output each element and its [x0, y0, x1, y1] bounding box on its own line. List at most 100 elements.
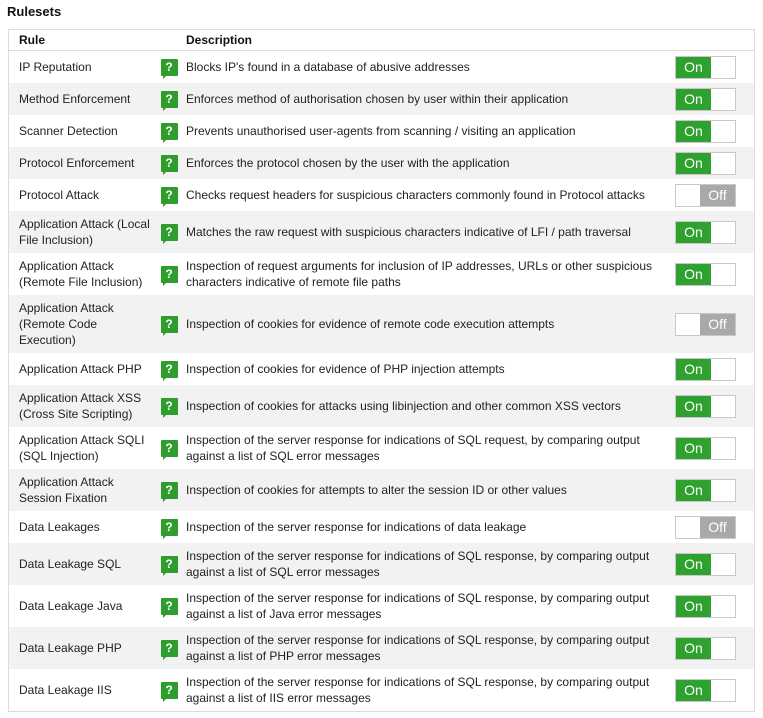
page-title: Rulesets [7, 4, 62, 19]
toggle-cell: OnOff [674, 119, 754, 143]
help-icon[interactable]: ? [160, 518, 178, 539]
toggle-on-label: On [676, 395, 711, 417]
rule-toggle[interactable]: OnOff [675, 87, 736, 111]
rule-name: IP Reputation [19, 60, 92, 74]
help-cell: ? [152, 315, 186, 336]
help-icon[interactable]: ? [160, 265, 178, 286]
toggle-on-label: On [676, 88, 711, 110]
toggle-on-label: On [676, 263, 711, 285]
rule-description: Prevents unauthorised user-agents from s… [186, 124, 576, 138]
help-icon[interactable]: ? [160, 186, 178, 207]
table-row: Method Enforcement? Enforces method of au… [9, 83, 754, 115]
table-row: Application Attack (Remote Code Executio… [9, 295, 754, 353]
rule-description: Inspection of the server response for in… [186, 591, 650, 621]
rule-toggle[interactable]: OnOff [675, 183, 736, 207]
rule-toggle[interactable]: OnOff [675, 357, 736, 381]
toggle-on-label: On [676, 221, 711, 243]
rule-description: Inspection of cookies for evidence of PH… [186, 362, 505, 376]
rule-name: Scanner Detection [19, 124, 118, 138]
help-cell: ? [152, 518, 186, 539]
rule-description: Inspection of the server response for in… [186, 520, 527, 534]
toggle-on-label: On [676, 679, 711, 701]
help-icon[interactable]: ? [160, 90, 178, 111]
rule-name: Data Leakages [19, 520, 100, 534]
toggle-cell: OnOff [674, 478, 754, 502]
rule-name: Method Enforcement [19, 92, 131, 106]
toggle-cell: OnOff [674, 515, 754, 539]
help-icon[interactable]: ? [160, 154, 178, 175]
rule-toggle[interactable]: OnOff [675, 394, 736, 418]
rule-toggle[interactable]: OnOff [675, 636, 736, 660]
help-icon[interactable]: ? [160, 360, 178, 381]
toggle-cell: OnOff [674, 594, 754, 618]
toggle-on-label: On [676, 152, 711, 174]
toggle-cell: OnOff [674, 220, 754, 244]
rule-toggle[interactable]: OnOff [675, 552, 736, 576]
rule-toggle[interactable]: OnOff [675, 436, 736, 460]
toggle-cell: OnOff [674, 183, 754, 207]
help-cell: ? [152, 122, 186, 143]
table-row: Protocol Enforcement? Enforces the protoc… [9, 147, 754, 179]
rule-description: Enforces method of authorisation chosen … [186, 92, 569, 106]
rule-description: Inspection of the server response for in… [186, 633, 650, 663]
rule-name: Protocol Attack [19, 188, 100, 202]
rule-name: Application Attack Session Fixation [19, 475, 114, 505]
table-row: Application Attack (Remote File Inclusio… [9, 253, 754, 295]
toggle-cell: OnOff [674, 394, 754, 418]
toggle-on-label: On [676, 56, 711, 78]
toggle-off-label: Off [700, 516, 735, 538]
help-icon[interactable]: ? [160, 681, 178, 702]
rule-toggle[interactable]: OnOff [675, 262, 736, 286]
table-body: IP Reputation? Blocks IP's found in a dat… [9, 51, 754, 711]
toggle-cell: OnOff [674, 357, 754, 381]
header-description: Description [186, 33, 253, 47]
header-rule: Rule [19, 33, 46, 47]
toggle-cell: OnOff [674, 262, 754, 286]
toggle-on-label: On [676, 553, 711, 575]
table-row: IP Reputation? Blocks IP's found in a dat… [9, 51, 754, 83]
rule-name: Application Attack (Remote Code Executio… [19, 301, 114, 347]
toggle-cell: OnOff [674, 636, 754, 660]
rule-toggle[interactable]: OnOff [675, 594, 736, 618]
help-icon[interactable]: ? [160, 315, 178, 336]
rule-toggle[interactable]: OnOff [675, 515, 736, 539]
rule-description: Matches the raw request with suspicious … [186, 225, 631, 239]
help-icon[interactable]: ? [160, 223, 178, 244]
rule-toggle[interactable]: OnOff [675, 119, 736, 143]
toggle-off-label: Off [700, 184, 735, 206]
rule-toggle[interactable]: OnOff [675, 312, 736, 336]
table-row: Application Attack Session Fixation? Insp… [9, 469, 754, 511]
toggle-cell: OnOff [674, 87, 754, 111]
rule-description: Inspection of cookies for evidence of re… [186, 317, 555, 331]
rule-name: Data Leakage IIS [19, 683, 112, 697]
rule-toggle[interactable]: OnOff [675, 220, 736, 244]
help-cell: ? [152, 597, 186, 618]
rule-name: Application Attack (Remote File Inclusio… [19, 259, 143, 289]
rule-toggle[interactable]: OnOff [675, 678, 736, 702]
rule-toggle[interactable]: OnOff [675, 478, 736, 502]
toggle-cell: OnOff [674, 151, 754, 175]
help-cell: ? [152, 360, 186, 381]
rule-description: Blocks IP's found in a database of abusi… [186, 60, 470, 74]
rule-toggle[interactable]: OnOff [675, 151, 736, 175]
help-cell: ? [152, 186, 186, 207]
rule-description: Inspection of the server response for in… [186, 549, 650, 579]
help-icon[interactable]: ? [160, 397, 178, 418]
table-row: Application Attack SQLI (SQL Injection)?… [9, 427, 754, 469]
help-icon[interactable]: ? [160, 439, 178, 460]
rule-toggle[interactable]: OnOff [675, 55, 736, 79]
help-icon[interactable]: ? [160, 555, 178, 576]
toggle-on-label: On [676, 595, 711, 617]
help-icon[interactable]: ? [160, 122, 178, 143]
help-cell: ? [152, 265, 186, 286]
rulesets-table: Rule Description IP Reputation? Blocks IP… [8, 29, 755, 712]
help-icon[interactable]: ? [160, 481, 178, 502]
help-icon[interactable]: ? [160, 58, 178, 79]
rule-name: Application Attack PHP [19, 362, 142, 376]
help-icon[interactable]: ? [160, 639, 178, 660]
rule-name: Application Attack XSS (Cross Site Scrip… [19, 391, 142, 421]
help-icon[interactable]: ? [160, 597, 178, 618]
toggle-cell: OnOff [674, 678, 754, 702]
rule-description: Inspection of request arguments for incl… [186, 259, 653, 289]
toggle-cell: OnOff [674, 55, 754, 79]
